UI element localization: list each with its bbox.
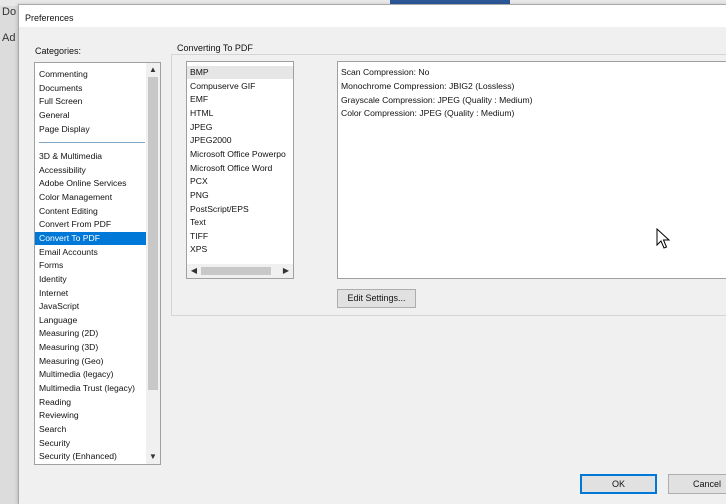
format-item[interactable]: Microsoft Office Powerpo bbox=[187, 148, 293, 161]
format-item[interactable]: Microsoft Office Word bbox=[187, 162, 293, 175]
categories-divider bbox=[39, 142, 145, 143]
categories-label: Categories: bbox=[35, 46, 82, 56]
format-item[interactable]: XPS bbox=[187, 243, 293, 256]
scroll-up-icon[interactable]: ▲ bbox=[146, 63, 160, 77]
formats-scroll-thumb[interactable] bbox=[201, 267, 271, 275]
background-text-bottom: Ad bbox=[2, 32, 16, 44]
preferences-dialog: Preferences Categories: Commenting Docume… bbox=[18, 4, 726, 504]
category-item[interactable]: Reviewing bbox=[35, 409, 147, 422]
category-item[interactable]: Convert To PDF bbox=[35, 231, 147, 245]
category-item[interactable]: Email Accounts bbox=[35, 246, 147, 259]
formats-horizontal-scrollbar[interactable]: ◀ ▶ bbox=[187, 264, 293, 278]
categories-listbox[interactable]: Commenting Documents Full Screen General Pag… bbox=[34, 62, 161, 465]
mouse-pointer-icon bbox=[656, 228, 670, 249]
category-item[interactable]: Measuring (3D) bbox=[35, 341, 147, 354]
category-item[interactable]: Security bbox=[35, 437, 147, 450]
ok-button[interactable]: OK bbox=[580, 474, 657, 494]
edit-settings-button[interactable]: Edit Settings... bbox=[337, 289, 416, 308]
format-item[interactable]: HTML bbox=[187, 107, 293, 120]
category-item[interactable]: Measuring (2D) bbox=[35, 327, 147, 340]
format-item[interactable]: PostScript/EPS bbox=[187, 203, 293, 216]
category-item[interactable]: Accessibility bbox=[35, 164, 147, 177]
formats-listbox[interactable]: BMP Compuserve GIF EMF HTML JPEG JPEG2000 Micr… bbox=[186, 61, 294, 279]
category-item[interactable]: Content Editing bbox=[35, 205, 147, 218]
category-item[interactable]: Color Management bbox=[35, 191, 147, 204]
category-item[interactable]: Adobe Online Services bbox=[35, 177, 147, 190]
category-item[interactable]: Forms bbox=[35, 259, 147, 272]
category-item[interactable]: Documents bbox=[35, 82, 147, 95]
setting-line: Monochrome Compression: JBIG2 (Lossless) bbox=[341, 80, 515, 91]
format-item[interactable]: TIFF bbox=[187, 230, 293, 243]
category-item[interactable]: Search bbox=[35, 423, 147, 436]
category-item[interactable]: 3D & Multimedia bbox=[35, 150, 147, 163]
category-item[interactable]: Identity bbox=[35, 273, 147, 286]
category-item[interactable]: Multimedia Trust (legacy) bbox=[35, 382, 147, 395]
category-item[interactable]: General bbox=[35, 109, 147, 122]
category-item[interactable]: Full Screen bbox=[35, 95, 147, 108]
setting-line: Scan Compression: No bbox=[341, 67, 430, 77]
title-bar[interactable]: Preferences bbox=[19, 5, 726, 27]
category-item[interactable]: Internet bbox=[35, 287, 147, 300]
format-item[interactable]: Text bbox=[187, 216, 293, 229]
format-item[interactable]: BMP bbox=[187, 66, 293, 79]
category-item[interactable]: Multimedia (legacy) bbox=[35, 368, 147, 381]
scroll-left-icon[interactable]: ◀ bbox=[187, 264, 201, 278]
category-item[interactable]: Reading bbox=[35, 396, 147, 409]
category-item[interactable]: Security (Enhanced) bbox=[35, 450, 147, 463]
category-item[interactable]: Page Display bbox=[35, 123, 147, 136]
category-item[interactable]: Language bbox=[35, 314, 147, 327]
setting-line: Grayscale Compression: JPEG (Quality : M… bbox=[341, 94, 533, 105]
format-item[interactable]: Compuserve GIF bbox=[187, 80, 293, 93]
category-item[interactable]: Convert From PDF bbox=[35, 218, 147, 231]
window-title: Preferences bbox=[25, 13, 74, 23]
format-item[interactable]: JPEG2000 bbox=[187, 134, 293, 147]
categories-scrollbar[interactable]: ▲ ▼ bbox=[146, 63, 160, 464]
category-item[interactable]: JavaScript bbox=[35, 300, 147, 313]
category-item[interactable]: Measuring (Geo) bbox=[35, 355, 147, 368]
scroll-right-icon[interactable]: ▶ bbox=[279, 264, 293, 278]
category-item[interactable]: Commenting bbox=[35, 68, 147, 81]
setting-line: Color Compression: JPEG (Quality : Mediu… bbox=[341, 108, 515, 119]
categories-scroll-thumb[interactable] bbox=[148, 77, 158, 390]
format-item[interactable]: JPEG bbox=[187, 121, 293, 134]
scroll-down-icon[interactable]: ▼ bbox=[146, 450, 160, 464]
background-text-top: Do bbox=[2, 6, 17, 18]
cancel-button[interactable]: Cancel bbox=[668, 474, 726, 494]
format-item[interactable]: EMF bbox=[187, 93, 293, 106]
format-item[interactable]: PNG bbox=[187, 189, 293, 202]
converting-to-pdf-label: Converting To PDF bbox=[177, 43, 253, 53]
format-item[interactable]: PCX bbox=[187, 175, 293, 188]
